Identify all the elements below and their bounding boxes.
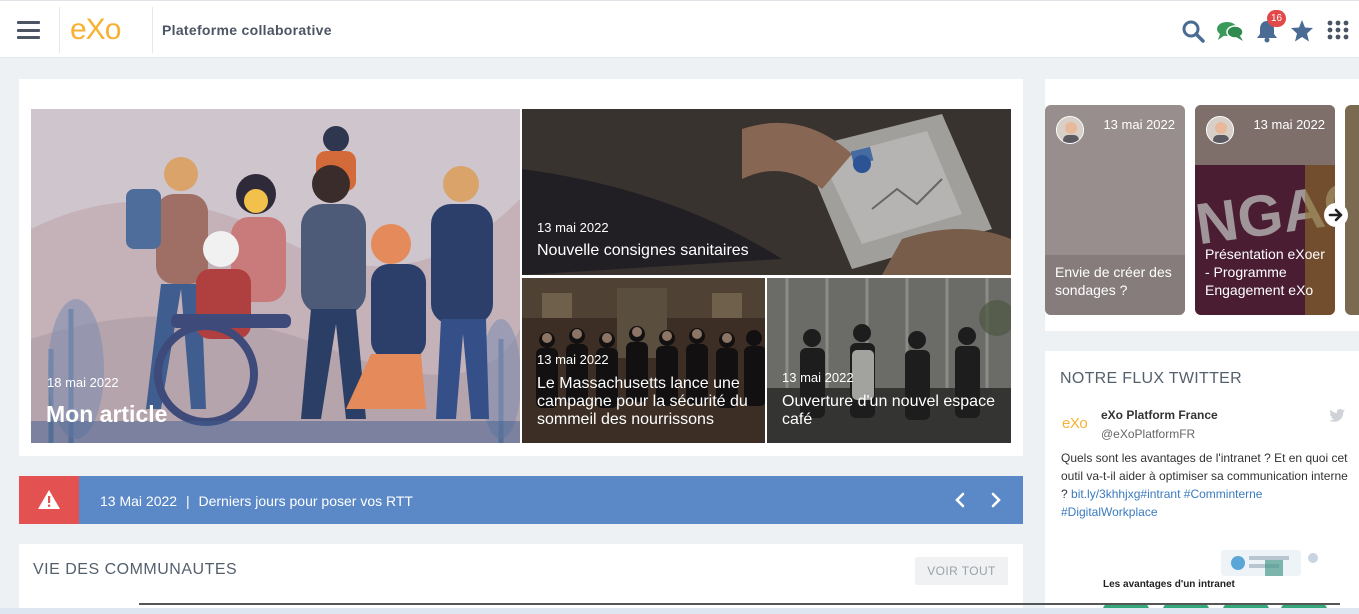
top-bar: eXo Plateforme collaborative 16: [0, 0, 1359, 58]
announcement-message: Derniers jours pour poser vos RTT: [198, 493, 413, 509]
carousel-next-arrow-icon[interactable]: [1324, 203, 1348, 227]
tweet-hashtag[interactable]: #Comminterne: [1184, 487, 1263, 501]
news-title: Mon article: [46, 401, 168, 427]
news-date: 13 mai 2022: [537, 352, 609, 367]
news-date: 13 mai 2022: [537, 220, 609, 235]
warning-icon: [38, 490, 60, 509]
apps-grid-icon[interactable]: [1327, 19, 1351, 43]
twitter-handle[interactable]: @eXoPlatformFR: [1101, 427, 1195, 441]
news-card: 18 mai 2022 Mon article 13 mai 2022 Nouv…: [19, 79, 1023, 456]
hamburger-icon[interactable]: [17, 21, 40, 39]
twitter-account-name[interactable]: eXo Platform France: [1101, 408, 1218, 422]
star-icon[interactable]: [1290, 19, 1314, 43]
author-avatar: [1206, 116, 1234, 144]
warning-icon-box: [19, 476, 79, 524]
side-news-carousel: 13 mai 2022 Envie de créer des sondages …: [1045, 79, 1359, 331]
news-date: 18 mai 2022: [47, 375, 119, 390]
see-all-button[interactable]: VOIR TOUT: [915, 557, 1008, 585]
announcement-separator: |: [185, 493, 190, 509]
twitter-feed: NOTRE FLUX TWITTER eXo eXo Platform Fran…: [1045, 351, 1359, 614]
tweet-link[interactable]: bit.ly/3khhjxg: [1071, 487, 1140, 501]
chat-icon[interactable]: [1216, 19, 1244, 43]
search-icon[interactable]: [1181, 19, 1205, 43]
twitter-bird-icon[interactable]: [1328, 408, 1346, 424]
tweet-hashtag[interactable]: #DigitalWorkplace: [1061, 505, 1158, 519]
twitter-title: NOTRE FLUX TWITTER: [1060, 370, 1242, 387]
news-title: Le Massachusetts lance une campagne pour…: [537, 375, 748, 428]
news-title: Nouvelle consignes sanitaires: [537, 242, 749, 259]
chevron-right-icon[interactable]: [987, 490, 1005, 510]
card-date: 13 mai 2022: [1253, 117, 1325, 132]
card-date: 13 mai 2022: [1103, 117, 1175, 132]
announcement-text: 13 Mai 2022 | Derniers jours pour poser …: [100, 493, 413, 509]
side-card-engagement[interactable]: NGAG 13 mai 2022 Présentation eXoer - Pr…: [1195, 105, 1335, 315]
app-title: Plateforme collaborative: [162, 22, 332, 38]
twitter-account-logo[interactable]: eXo: [1062, 415, 1088, 432]
author-avatar: [1056, 116, 1084, 144]
news-tile-massachusetts[interactable]: 13 mai 2022 Le Massachusetts lance une c…: [522, 278, 765, 443]
card-title: Présentation eXoer - Programme Engagemen…: [1205, 246, 1325, 298]
notifications-badge: 16: [1267, 10, 1286, 27]
news-date: 13 mai 2022: [782, 370, 854, 385]
company-logo[interactable]: eXo: [70, 15, 121, 45]
announcement-date: 13 Mai 2022: [100, 493, 178, 509]
tweet-hashtag[interactable]: #intrant: [1140, 487, 1180, 501]
news-tile-cafe[interactable]: 13 mai 2022 Ouverture d'un nouvel espace…: [767, 278, 1011, 443]
divider: [152, 7, 153, 53]
announcement-banner[interactable]: 13 Mai 2022 | Derniers jours pour poser …: [19, 476, 1023, 524]
card-title: Envie de créer des sondages ?: [1055, 264, 1172, 298]
divider: [139, 603, 1340, 605]
divider: [59, 7, 60, 53]
window-bottom-strip: [0, 608, 1359, 614]
communities-title: VIE DES COMMUNAUTES: [33, 561, 238, 578]
side-card-sondages[interactable]: 13 mai 2022 Envie de créer des sondages …: [1045, 105, 1185, 315]
news-tile-sanitary[interactable]: 13 mai 2022 Nouvelle consignes sanitaire…: [522, 109, 1011, 275]
news-tile-main[interactable]: 18 mai 2022 Mon article: [31, 109, 520, 443]
tweet-text: Quels sont les avantages de l'intranet ?…: [1061, 449, 1351, 521]
chevron-left-icon[interactable]: [951, 490, 969, 510]
news-illustration: [31, 109, 520, 443]
news-title: Ouverture d'un nouvel espace café: [782, 393, 995, 428]
tweet-media-caption: Les avantages d'un intranet: [1103, 579, 1235, 590]
